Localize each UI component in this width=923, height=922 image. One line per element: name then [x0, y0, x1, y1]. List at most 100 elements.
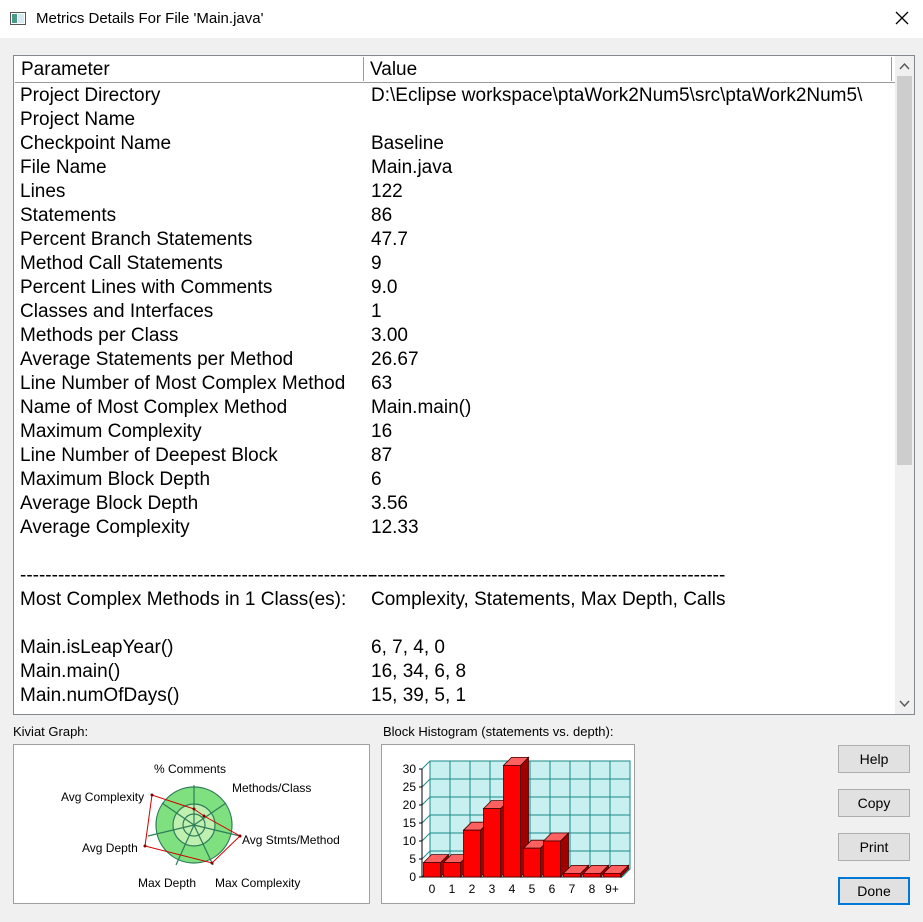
- print-button[interactable]: Print: [838, 833, 910, 861]
- table-row[interactable]: Name of Most Complex Method Main.main(): [15, 396, 895, 420]
- close-button[interactable]: [880, 0, 923, 38]
- done-button[interactable]: Done: [838, 877, 910, 905]
- table-row[interactable]: Most Complex Methods in 1 Class(es): Comp…: [15, 588, 895, 612]
- table-row[interactable]: File Name Main.java: [15, 156, 895, 180]
- table-row[interactable]: Average Block Depth 3.56: [15, 492, 895, 516]
- column-header-value[interactable]: Value: [364, 57, 891, 81]
- cell-value: Main.java: [371, 157, 453, 178]
- histogram-y-tick-label: 5: [409, 852, 416, 866]
- table-row[interactable]: [15, 612, 895, 636]
- cell-value: 63: [371, 373, 393, 394]
- window-title: Metrics Details For File 'Main.java': [36, 10, 264, 27]
- kiviat-axis-max-complexity: Max Complexity: [215, 876, 300, 890]
- cell-value: 9: [371, 253, 382, 274]
- column-header-parameter[interactable]: Parameter: [15, 57, 364, 81]
- table-row[interactable]: [15, 540, 895, 564]
- cell-parameter: Name of Most Complex Method: [20, 397, 288, 418]
- cell-parameter: Line Number of Most Complex Method: [20, 373, 346, 394]
- table-row[interactable]: Main.numOfDays() 15, 39, 5, 1: [15, 684, 895, 708]
- histogram-gridline: [421, 796, 431, 806]
- table-row[interactable]: Maximum Block Depth 6: [15, 468, 895, 492]
- table-row[interactable]: Main.main() 16, 34, 6, 8: [15, 660, 895, 684]
- histogram-y-tick-label: 30: [403, 762, 417, 776]
- histogram-bar: [563, 872, 581, 878]
- table-row[interactable]: Line Number of Most Complex Method 63: [15, 372, 895, 396]
- table-row[interactable]: Average Statements per Method 26.67: [15, 348, 895, 372]
- copy-button[interactable]: Copy: [838, 789, 910, 817]
- histogram-bar: [523, 847, 541, 878]
- cell-parameter: Percent Branch Statements: [20, 229, 253, 250]
- cell-value: 3.00: [371, 325, 408, 346]
- histogram-y-tick-label: 0: [409, 870, 416, 884]
- histogram-x-tick-label: 1: [449, 882, 456, 896]
- metrics-table[interactable]: Parameter Value Project Directory D:\Ecli…: [13, 55, 915, 715]
- histogram-x-tick-label: 9+: [605, 882, 619, 896]
- cell-parameter: Maximum Complexity: [20, 421, 202, 442]
- histogram-svg: 3025201510500 1 2 3 4 5 6 7 8 9+: [403, 756, 631, 896]
- cell-value: 6: [371, 469, 382, 490]
- table-row[interactable]: Line Number of Deepest Block 87: [15, 444, 895, 468]
- cell-parameter: Percent Lines with Comments: [20, 277, 273, 298]
- histogram-x-tick-label: 3: [489, 882, 496, 896]
- cell-value: 6, 7, 4, 0: [371, 637, 445, 658]
- table-row[interactable]: Project Directory D:\Eclipse workspace\pt…: [15, 84, 895, 108]
- table-row[interactable]: ----------------------------------------…: [15, 564, 895, 588]
- kiviat-label: Kiviat Graph:: [13, 724, 89, 739]
- cell-value: 12.33: [371, 517, 419, 538]
- block-histogram: 30 25 20 15 10 5 0 0 1 2 3 4 5 6 7 8 9+: [381, 744, 635, 904]
- scroll-down-button[interactable]: [895, 694, 914, 713]
- cell-value: 122: [371, 181, 403, 202]
- scrollbar-thumb[interactable]: [897, 76, 912, 465]
- cell-value: ----------------------------------------…: [371, 565, 726, 586]
- cell-parameter: Checkpoint Name: [20, 133, 172, 154]
- histogram-bar: [583, 872, 601, 878]
- app-icon: [10, 12, 26, 25]
- kiviat-axis-methods: Methods/Class: [232, 781, 311, 795]
- cell-parameter: Project Directory: [20, 85, 161, 106]
- cell-value: 87: [371, 445, 393, 466]
- table-row[interactable]: Main.isLeapYear() 6, 7, 4, 0: [15, 636, 895, 660]
- histogram-bar: [603, 872, 621, 878]
- histogram-bar: [443, 862, 461, 878]
- kiviat-axis-avg-stmts: Avg Stmts/Method: [242, 833, 340, 847]
- help-button[interactable]: Help: [838, 745, 910, 773]
- cell-value: D:\Eclipse workspace\ptaWork2Num5\src\pt…: [371, 85, 863, 106]
- chevron-up-icon: [899, 62, 910, 70]
- kiviat-axis-comments: % Comments: [154, 762, 226, 776]
- histogram-gridline: [421, 778, 431, 788]
- cell-value: Baseline: [371, 133, 444, 154]
- histogram-x-tick-label: 4: [509, 882, 516, 896]
- table-row[interactable]: Lines 122: [15, 180, 895, 204]
- kiviat-axis-avg-depth: Avg Depth: [82, 841, 138, 855]
- cell-parameter: Maximum Block Depth: [20, 469, 211, 490]
- table-row[interactable]: Method Call Statements 9: [15, 252, 895, 276]
- cell-parameter: Average Complexity: [20, 517, 190, 538]
- scroll-up-button[interactable]: [895, 57, 914, 76]
- table-row[interactable]: Checkpoint Name Baseline: [15, 132, 895, 156]
- cell-parameter: Most Complex Methods in 1 Class(es):: [20, 589, 347, 610]
- cell-value: 26.67: [371, 349, 419, 370]
- cell-parameter: Main.isLeapYear(): [20, 637, 174, 658]
- cell-value: 47.7: [371, 229, 408, 250]
- table-row[interactable]: Project Name: [15, 108, 895, 132]
- cell-value: 16: [371, 421, 393, 442]
- cell-value: Main.main(): [371, 397, 472, 418]
- table-row[interactable]: Percent Branch Statements 47.7: [15, 228, 895, 252]
- table-row[interactable]: Percent Lines with Comments 9.0: [15, 276, 895, 300]
- cell-value: Complexity, Statements, Max Depth, Calls: [371, 589, 726, 610]
- cell-parameter: Main.numOfDays(): [20, 685, 180, 706]
- histogram-bar: [423, 862, 441, 878]
- vertical-scrollbar[interactable]: [895, 56, 914, 714]
- histogram-label: Block Histogram (statements vs. depth):: [383, 724, 614, 739]
- close-icon: [895, 11, 909, 25]
- kiviat-svg: % Comments Methods/Class Avg Stmts/Metho…: [61, 762, 340, 890]
- cell-parameter: Line Number of Deepest Block: [20, 445, 278, 466]
- table-row[interactable]: Methods per Class 3.00: [15, 324, 895, 348]
- table-row[interactable]: Classes and Interfaces 1: [15, 300, 895, 324]
- cell-value: 1: [371, 301, 382, 322]
- title-bar: Metrics Details For File 'Main.java': [0, 0, 923, 38]
- table-row[interactable]: Maximum Complexity 16: [15, 420, 895, 444]
- table-row[interactable]: Average Complexity 12.33: [15, 516, 895, 540]
- cell-value: 86: [371, 205, 393, 226]
- table-row[interactable]: Statements 86: [15, 204, 895, 228]
